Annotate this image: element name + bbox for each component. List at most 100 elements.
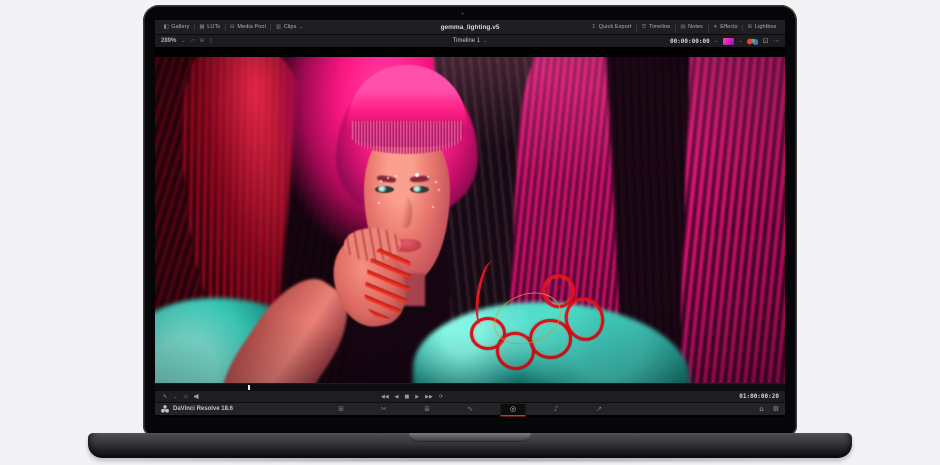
photo-head: [344, 60, 470, 301]
lid-notch: [409, 433, 531, 442]
page-bar-right: ⌂ ⚙: [759, 405, 779, 413]
photo-eye: [410, 186, 429, 193]
photo-face-gems: [380, 180, 382, 182]
photo-chain-link: [529, 319, 572, 359]
tool-mode-icon[interactable]: ✎: [163, 394, 167, 400]
photo-fur-crimson: [170, 57, 349, 370]
color-wheels-icon[interactable]: [747, 38, 758, 45]
photo-bangs: [347, 65, 468, 147]
photo-arm: [203, 264, 366, 383]
effects-label: Effects: [720, 24, 737, 30]
photo-face: [364, 123, 450, 282]
tab-edit[interactable]: ≣: [415, 404, 440, 415]
video-preview-icon[interactable]: [723, 38, 734, 45]
photo-red-nails: [361, 243, 415, 320]
photo-fur-hot-pink: [504, 57, 643, 383]
record-timecode: 01:00:00:20: [739, 393, 779, 400]
gallery-icon: ◧: [164, 24, 169, 30]
more-options-icon[interactable]: ⋯: [773, 37, 780, 45]
chevron-down-icon: ⌄: [173, 394, 177, 400]
skip-to-end-button[interactable]: ▶▶: [425, 394, 433, 400]
photo-teal-fur-left: [155, 298, 325, 383]
luts-icon: ▦: [199, 24, 204, 30]
compare-icon[interactable]: ▭: [183, 394, 188, 400]
photo-gold-wire: [487, 284, 568, 353]
stop-button[interactable]: ■: [405, 394, 410, 400]
top-toolbar: ◧ Gallery ▦ LUTs ⊟ Media Pool: [155, 20, 785, 35]
effects-icon: ∗: [713, 24, 718, 30]
photo-fur-charcoal: [432, 57, 564, 383]
photo-chain-link: [542, 274, 575, 307]
notes-button[interactable]: ▤ Notes: [676, 20, 708, 34]
transport-tools: ✎ ⌄ ▭: [163, 394, 201, 400]
photo-fur-magenta-burst: [281, 57, 470, 246]
media-pool-label: Media Pool: [237, 24, 266, 30]
source-timecode-field[interactable]: 00:00:00:00: [670, 38, 710, 45]
chevron-down-icon: ⌄: [299, 24, 303, 30]
tab-color[interactable]: ◎: [501, 404, 526, 415]
viewer-image: [155, 57, 785, 383]
tab-media[interactable]: ⊞: [329, 404, 354, 415]
lightbox-label: Lightbox: [755, 24, 777, 30]
webcam-icon: [461, 12, 464, 15]
laptop-base: [88, 433, 852, 458]
clips-label: Clips: [284, 24, 297, 30]
effects-button[interactable]: ∗ Effects: [709, 20, 743, 34]
timeline-button[interactable]: ☰ Timeline: [637, 20, 675, 34]
photo-fringe: [352, 121, 463, 155]
photo-fingers: [344, 228, 401, 261]
speaker-icon[interactable]: [194, 394, 201, 400]
lightbox-icon: ⊞: [748, 24, 753, 30]
chevron-down-icon: ⌄: [483, 38, 487, 44]
tab-fairlight[interactable]: ♪: [544, 404, 569, 415]
skip-to-start-button[interactable]: ◀◀: [381, 394, 389, 400]
play-reverse-button[interactable]: ◀: [395, 394, 399, 400]
expand-viewer-icon[interactable]: ⊡: [763, 37, 769, 45]
photo-nose: [398, 196, 412, 228]
zoom-level-select[interactable]: 289%: [161, 38, 176, 44]
lightbox-button[interactable]: ⊞ Lightbox: [743, 20, 781, 34]
photo-fur-pink-right: [678, 57, 785, 383]
media-pool-button[interactable]: ⊟ Media Pool: [226, 20, 271, 34]
quick-export-label: Quick Export: [599, 24, 632, 30]
photo-hand: [326, 230, 413, 334]
tab-cut[interactable]: ✂: [372, 404, 397, 415]
tab-fusion[interactable]: ∿: [458, 404, 483, 415]
quick-export-button[interactable]: ↥ Quick Export: [587, 20, 636, 34]
notes-icon: ▤: [680, 24, 685, 30]
transport-bar: ✎ ⌄ ▭ ◀◀ ◀ ■ ▶ ▶▶ ⟳ 01:00:00:20: [155, 390, 785, 402]
photo-fur-black-band: [272, 57, 371, 383]
page-bar: DaVinci Resolve 18.6 ⊞ ✂ ≣ ∿ ◎ ♪ ↗ ⌂ ⚙: [155, 402, 785, 415]
photo-fur-dark-red: [155, 57, 261, 343]
timeline-icon: ☰: [641, 24, 646, 30]
laptop-lid: ◧ Gallery ▦ LUTs ⊟ Media Pool: [143, 5, 797, 436]
clips-button[interactable]: ▥ Clips ⌄: [271, 20, 307, 34]
luts-label: LUTs: [207, 24, 220, 30]
viewer-option-icon[interactable]: ▯: [209, 38, 212, 44]
timeline-selector[interactable]: Timeline 1 ⌄: [453, 38, 488, 44]
project-title: gemma_lighting.v5: [441, 24, 500, 31]
tab-deliver[interactable]: ↗: [587, 404, 612, 415]
home-icon[interactable]: ⌂: [759, 405, 763, 413]
viewer-option-icon[interactable]: ⊞: [200, 38, 205, 44]
photo-neck: [387, 273, 425, 307]
gallery-button[interactable]: ◧ Gallery: [159, 20, 194, 34]
photo-brow: [409, 175, 428, 182]
viewer-option-icon[interactable]: ▱: [191, 38, 195, 44]
page-tabs: ⊞ ✂ ≣ ∿ ◎ ♪ ↗: [329, 404, 612, 415]
photo-chain-link: [560, 292, 609, 345]
photo-chain-link: [491, 327, 541, 376]
photo-chain-strand: [471, 260, 502, 327]
app-branding: DaVinci Resolve 18.6: [161, 405, 233, 413]
chevron-down-icon: ⌄: [738, 38, 742, 44]
loop-button[interactable]: ⟳: [439, 394, 443, 400]
settings-gear-icon[interactable]: ⚙: [773, 405, 779, 413]
viewer-scrubber[interactable]: [155, 383, 785, 390]
viewer-zoom-group: 289% ⌄ ▱ ⊞ ▯: [161, 38, 212, 44]
luts-button[interactable]: ▦ LUTs: [195, 20, 225, 34]
app-name: DaVinci Resolve 18.6: [173, 406, 233, 412]
photo-eye: [375, 186, 394, 193]
play-button[interactable]: ▶: [415, 394, 419, 400]
quick-export-icon: ↥: [592, 24, 597, 30]
photo-red-chain: [470, 266, 634, 377]
